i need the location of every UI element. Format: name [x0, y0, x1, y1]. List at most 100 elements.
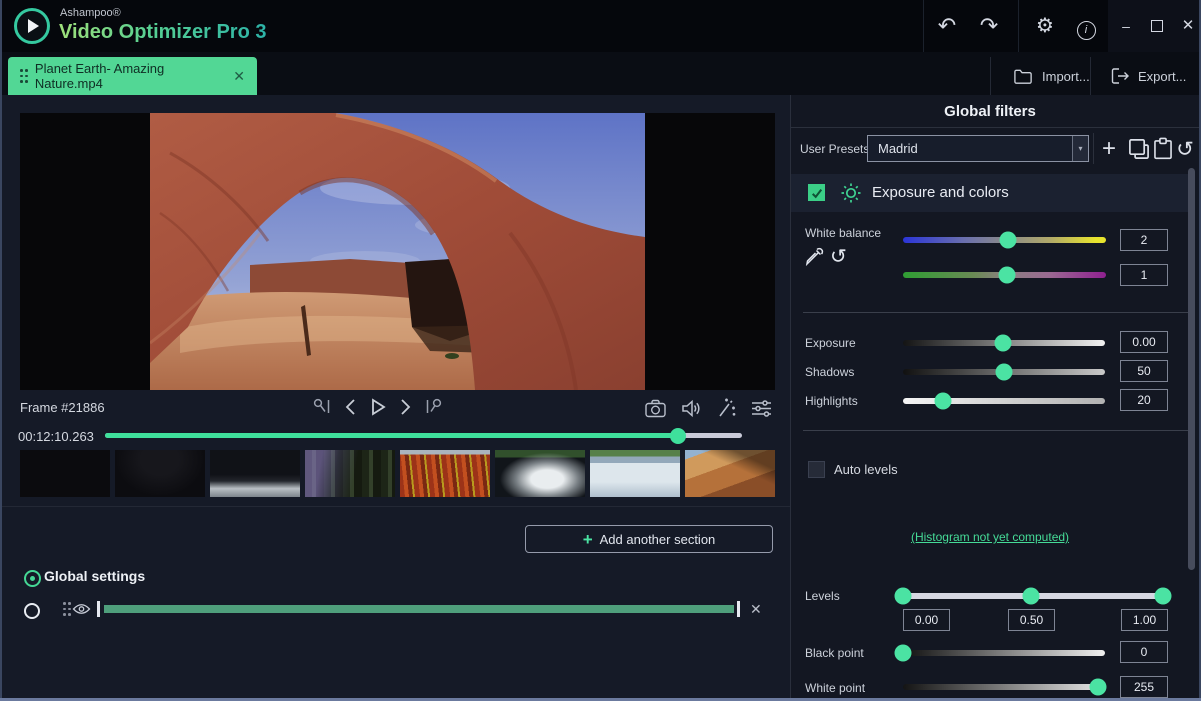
- levels-mid-value[interactable]: 0.50: [1008, 609, 1055, 631]
- highlights-label: Highlights: [805, 394, 858, 408]
- section-delete-icon[interactable]: ✕: [750, 601, 762, 618]
- section-visibility-eye-icon[interactable]: [72, 602, 91, 616]
- undo-button[interactable]: ↶: [933, 12, 961, 40]
- levels-high-thumb[interactable]: [1155, 588, 1172, 605]
- timeline-thumb[interactable]: [670, 428, 686, 444]
- tabbar: Planet Earth- Amazing Nature.mp4 ✕ Impor…: [0, 52, 1201, 95]
- add-preset-icon[interactable]: +: [1096, 136, 1122, 162]
- wb-tint-slider[interactable]: [903, 272, 1106, 278]
- preset-value: Madrid: [878, 141, 1072, 156]
- reset-presets-icon[interactable]: ↺: [1172, 136, 1198, 162]
- preview-tools: [644, 397, 773, 419]
- black-point-slider[interactable]: [903, 650, 1105, 656]
- wb-temperature-slider[interactable]: [903, 237, 1106, 243]
- video-preview[interactable]: [20, 113, 775, 390]
- highlights-slider[interactable]: [903, 398, 1105, 404]
- levels-low-value[interactable]: 0.00: [903, 609, 950, 631]
- pin-section-start-icon[interactable]: [310, 396, 334, 418]
- exposure-slider[interactable]: [903, 340, 1105, 346]
- levels-high-value[interactable]: 1.00: [1121, 609, 1168, 631]
- copy-preset-icon[interactable]: [1126, 136, 1152, 162]
- shadows-value[interactable]: 50: [1120, 360, 1168, 382]
- timeline-progress: [105, 433, 678, 438]
- export-icon: [1110, 67, 1130, 85]
- wb-temperature-value[interactable]: 2: [1120, 229, 1168, 251]
- import-label: Import...: [1042, 69, 1090, 84]
- redo-button[interactable]: ↷: [975, 12, 1003, 40]
- wb-tint-thumb[interactable]: [999, 267, 1016, 284]
- white-balance-label: White balance: [805, 226, 881, 240]
- frame-number-label: Frame #21886: [20, 400, 105, 415]
- adjustments-icon[interactable]: [750, 398, 773, 419]
- shadows-slider[interactable]: [903, 369, 1105, 375]
- auto-levels-checkbox[interactable]: [808, 461, 825, 478]
- user-presets-label: User Presets: [800, 142, 869, 156]
- exposure-thumb[interactable]: [995, 335, 1012, 352]
- thumbnail-1[interactable]: [20, 450, 110, 497]
- snapshot-camera-icon[interactable]: [644, 398, 667, 419]
- panel-scrollbar[interactable]: [1188, 168, 1195, 570]
- shadows-thumb[interactable]: [996, 364, 1013, 381]
- video-tab[interactable]: Planet Earth- Amazing Nature.mp4 ✕: [8, 57, 257, 95]
- global-settings-label: Global settings: [44, 568, 145, 584]
- export-button[interactable]: Export...: [1110, 57, 1186, 95]
- import-button[interactable]: Import...: [1013, 57, 1090, 95]
- titlebar-separator: [1018, 0, 1019, 52]
- close-button[interactable]: ✕: [1177, 16, 1199, 36]
- wb-tint-value[interactable]: 1: [1120, 264, 1168, 286]
- minimize-button[interactable]: –: [1115, 16, 1137, 36]
- white-point-slider[interactable]: [903, 684, 1105, 690]
- levels-slider[interactable]: [903, 593, 1163, 599]
- pin-section-end-icon[interactable]: [422, 396, 446, 418]
- window-controls: – ✕: [1108, 0, 1201, 52]
- section-range-start-handle[interactable]: [97, 601, 100, 617]
- shadows-label: Shadows: [805, 365, 854, 379]
- titlebar: Ashampoo® Video Optimizer Pro 3 ↶ ↷ ⚙ i …: [0, 0, 1201, 52]
- thumbnail-6[interactable]: [495, 450, 585, 497]
- wb-temperature-thumb[interactable]: [1000, 232, 1017, 249]
- magic-wand-icon[interactable]: [715, 397, 737, 419]
- section-range-bar[interactable]: [104, 605, 734, 613]
- timeline-slider[interactable]: [105, 433, 742, 438]
- highlights-thumb[interactable]: [935, 393, 952, 410]
- tabbar-separator: [1090, 57, 1091, 95]
- volume-icon[interactable]: [680, 398, 702, 419]
- exposure-value[interactable]: 0.00: [1120, 331, 1168, 353]
- thumbnail-4[interactable]: [305, 450, 395, 497]
- white-balance-reset-icon[interactable]: ↺: [830, 244, 847, 269]
- histogram-link[interactable]: (Histogram not yet computed): [790, 530, 1190, 544]
- presets-dropdown[interactable]: Madrid ▾: [867, 135, 1089, 162]
- thumbnail-7[interactable]: [590, 450, 680, 497]
- export-label: Export...: [1138, 69, 1186, 84]
- video-frame-canyon-arch: [150, 113, 645, 390]
- levels-label: Levels: [805, 589, 840, 603]
- levels-low-thumb[interactable]: [895, 588, 912, 605]
- add-section-button[interactable]: + Add another section: [525, 525, 773, 553]
- highlights-value[interactable]: 20: [1120, 389, 1168, 411]
- section-marker-icon[interactable]: [24, 603, 40, 619]
- presets-separator: [1093, 133, 1094, 164]
- thumbnail-8[interactable]: [685, 450, 775, 497]
- next-frame-button[interactable]: [396, 396, 414, 418]
- levels-mid-thumb[interactable]: [1023, 588, 1040, 605]
- white-point-thumb[interactable]: [1090, 679, 1107, 696]
- eyedropper-icon[interactable]: [804, 247, 824, 267]
- tab-drag-handle-icon[interactable]: [20, 69, 27, 83]
- group-divider: [803, 312, 1188, 313]
- group-divider: [803, 430, 1188, 431]
- dropdown-arrow-icon[interactable]: ▾: [1072, 136, 1088, 161]
- info-icon[interactable]: i: [1072, 12, 1100, 40]
- black-point-thumb[interactable]: [895, 645, 912, 662]
- white-point-value[interactable]: 255: [1120, 676, 1168, 698]
- thumbnail-2[interactable]: [115, 450, 205, 497]
- thumbnail-5[interactable]: [400, 450, 490, 497]
- settings-gear-icon[interactable]: ⚙: [1031, 12, 1059, 40]
- exposure-section-checkbox[interactable]: [808, 184, 825, 201]
- tab-close-icon[interactable]: ✕: [233, 68, 245, 85]
- previous-frame-button[interactable]: [342, 396, 360, 418]
- thumbnail-3[interactable]: [210, 450, 300, 497]
- maximize-button[interactable]: [1146, 16, 1168, 36]
- black-point-value[interactable]: 0: [1120, 641, 1168, 663]
- section-range-end-handle[interactable]: [737, 601, 740, 617]
- play-button[interactable]: [368, 396, 388, 418]
